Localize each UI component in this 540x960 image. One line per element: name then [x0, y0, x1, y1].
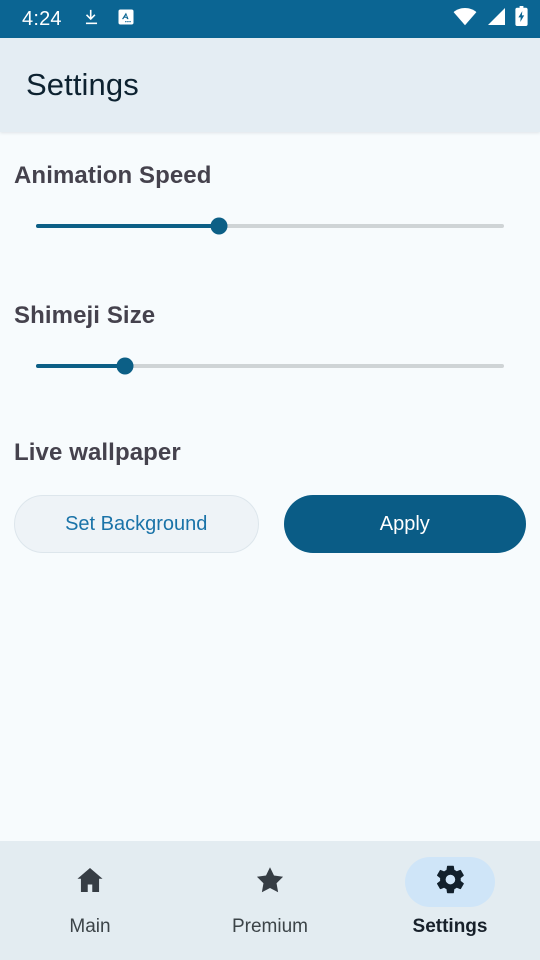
shimeji-size-label: Shimeji Size — [14, 302, 156, 329]
shimeji-size-setting: Shimeji Size — [14, 244, 526, 384]
animation-speed-slider[interactable] — [14, 208, 526, 244]
status-bar-right-icons — [453, 6, 528, 32]
star-icon — [254, 864, 286, 901]
set-background-button[interactable]: Set Background — [14, 495, 259, 553]
bottom-navigation-bar: Main Premium Settings — [0, 841, 540, 960]
shimeji-size-slider[interactable] — [14, 348, 526, 384]
status-bar-left-icons — [82, 7, 135, 32]
shimeji-size-slider-track[interactable] — [36, 357, 504, 375]
animation-speed-setting: Animation Speed — [14, 132, 526, 244]
animation-speed-label: Animation Speed — [14, 162, 212, 189]
nav-icon-pill-main — [45, 857, 135, 907]
live-wallpaper-setting: Live wallpaper Set Background Apply — [14, 384, 526, 553]
nav-label-main: Main — [69, 916, 111, 937]
app-bar: Settings — [0, 38, 540, 132]
status-bar-time: 4:24 — [22, 8, 62, 30]
download-icon — [82, 7, 101, 32]
status-bar: 4:24 — [0, 0, 540, 38]
page-title: Settings — [26, 67, 139, 102]
nav-icon-pill-premium — [225, 857, 315, 907]
cellular-signal-icon — [486, 7, 506, 31]
nav-label-premium: Premium — [231, 916, 308, 937]
shimeji-size-slider-thumb[interactable] — [116, 357, 134, 375]
battery-charging-icon — [515, 6, 528, 32]
live-wallpaper-buttons: Set Background Apply — [14, 495, 526, 553]
wifi-icon — [453, 7, 477, 31]
live-wallpaper-label: Live wallpaper — [14, 439, 181, 466]
animation-speed-slider-track[interactable] — [36, 217, 504, 235]
nav-item-premium[interactable]: Premium — [180, 857, 360, 938]
nav-label-settings: Settings — [412, 916, 488, 937]
apply-button[interactable]: Apply — [283, 495, 526, 553]
gear-icon — [434, 863, 467, 901]
shimeji-size-slider-fill — [36, 364, 125, 368]
settings-content: Animation Speed Shimeji Size Live wallpa… — [0, 132, 540, 841]
translate-icon — [117, 8, 135, 31]
animation-speed-slider-thumb[interactable] — [210, 217, 228, 235]
nav-item-settings[interactable]: Settings — [360, 857, 540, 938]
nav-icon-pill-settings — [405, 857, 495, 907]
nav-item-main[interactable]: Main — [0, 857, 180, 938]
animation-speed-slider-fill — [36, 224, 219, 228]
home-icon — [74, 864, 106, 901]
